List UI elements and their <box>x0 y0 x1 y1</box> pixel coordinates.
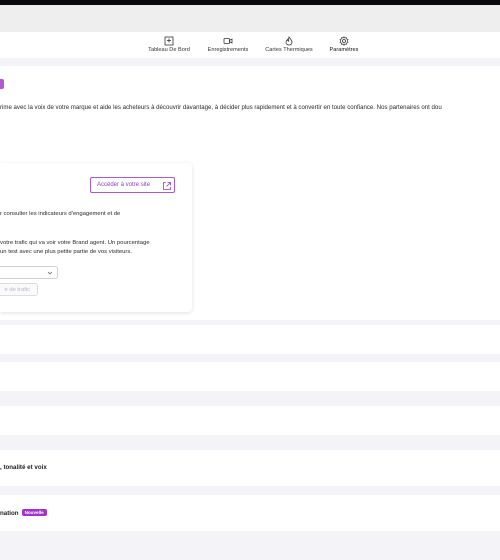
dashboard-icon <box>164 36 174 46</box>
status-badge <box>0 79 4 89</box>
tab-heatmaps-label: Cartes Thermiques <box>265 47 313 53</box>
tab-recordings-label: Enregistrements <box>207 47 249 53</box>
traffic-percentage-select[interactable] <box>0 266 58 279</box>
browser-toolbar <box>0 5 500 33</box>
engagement-info-text: r consulter les indicateurs d'engagement… <box>0 211 121 217</box>
settings-section-row[interactable] <box>0 362 500 391</box>
settings-section-row[interactable] <box>0 406 500 435</box>
gear-icon <box>339 36 349 46</box>
visit-site-button[interactable]: Accéder à votre site <box>90 177 175 193</box>
formation-label: nation Nouvelle <box>0 509 47 517</box>
formation-section[interactable]: nation Nouvelle <box>0 495 500 531</box>
visit-site-label: Accéder à votre site <box>97 182 151 188</box>
chevron-down-icon <box>47 271 53 275</box>
settings-section-row[interactable] <box>0 325 500 354</box>
tab-dashboard[interactable]: Tableau De Bord <box>146 36 192 58</box>
tone-voice-section[interactable]: , tonalité et voix <box>0 450 500 486</box>
video-icon <box>223 38 233 44</box>
formation-label-text: nation <box>0 510 19 517</box>
new-badge: Nouvelle <box>21 509 47 516</box>
external-link-icon <box>163 181 171 190</box>
traffic-info-text: votre trafic qui va voir votre Brand age… <box>0 239 185 257</box>
tone-voice-label: , tonalité et voix <box>0 464 47 471</box>
tab-heatmaps[interactable]: Cartes Thermiques <box>262 36 316 58</box>
traffic-info-line-1: votre trafic qui va voir votre Brand age… <box>0 240 150 246</box>
apply-traffic-label: e de trafic <box>4 287 30 293</box>
tab-recordings[interactable]: Enregistrements <box>204 36 252 58</box>
top-nav: Tableau De Bord Enregistrements Cartes T… <box>0 32 500 60</box>
tab-settings-label: Paramètres <box>329 47 359 53</box>
tab-dashboard-label: Tableau De Bord <box>148 47 190 53</box>
brand-agent-description: rime avec la voix de votre marque et aid… <box>0 104 442 111</box>
tab-settings[interactable]: Paramètres <box>327 36 361 60</box>
apply-traffic-button[interactable]: e de trafic <box>0 283 38 296</box>
traffic-info-line-2: un test avec une plus petite partie de v… <box>0 249 132 255</box>
flame-icon <box>285 36 293 46</box>
